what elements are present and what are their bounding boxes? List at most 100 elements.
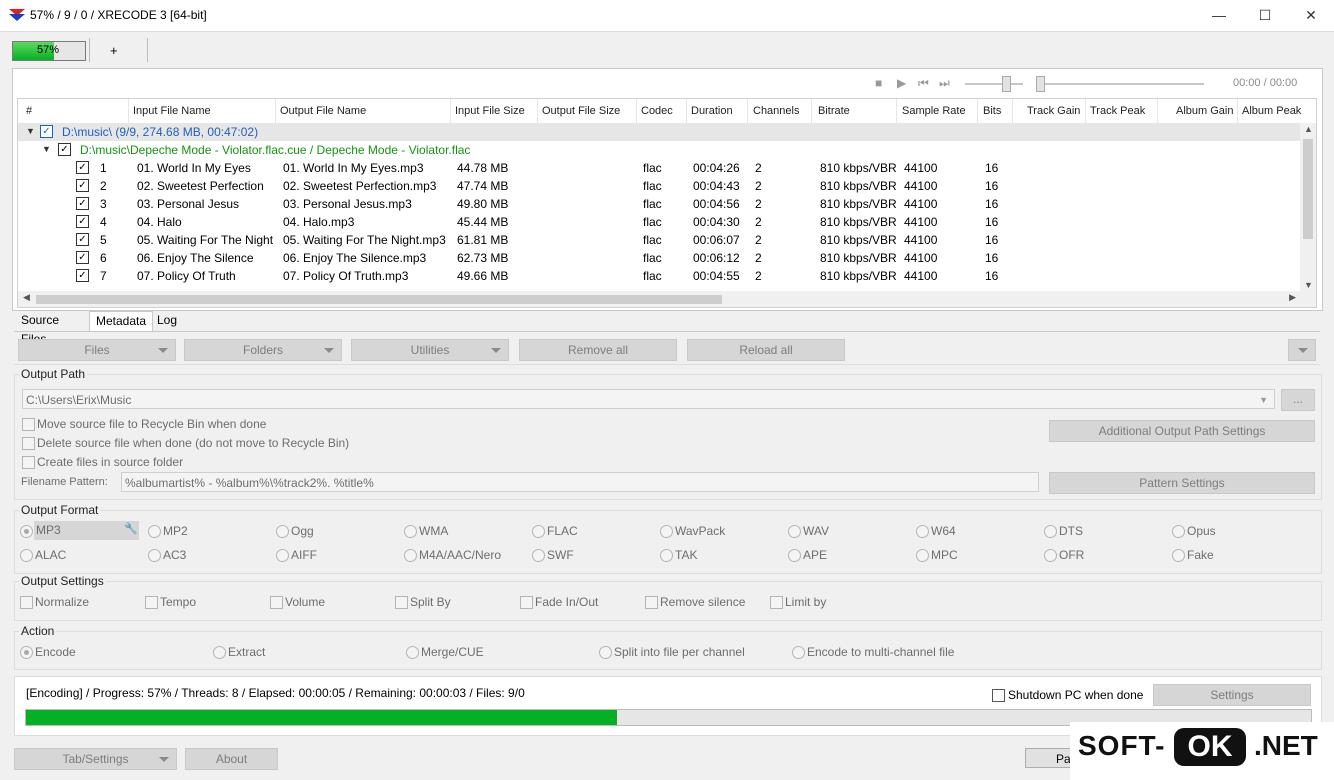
panel-menu-button[interactable] xyxy=(1288,339,1316,361)
cue-row[interactable]: ▼ ✓ D:\music\Depeche Mode - Violator.fla… xyxy=(18,141,1300,159)
format-radio[interactable] xyxy=(148,525,161,538)
scroll-up-icon[interactable]: ▲ xyxy=(1304,124,1313,134)
format-radio[interactable] xyxy=(788,549,801,562)
table-row[interactable]: ✓ 2 02. Sweetest Perfection 02. Sweetest Pe… xyxy=(18,177,1300,195)
action-radio[interactable] xyxy=(599,646,612,659)
table-row[interactable]: ✓ 6 06. Enjoy The Silence 06. Enjoy The Sil… xyxy=(18,249,1300,267)
folders-button[interactable]: Folders xyxy=(184,339,342,361)
scroll-thumb[interactable] xyxy=(36,295,722,304)
minimize-button[interactable]: — xyxy=(1196,0,1242,31)
column-header[interactable]: Duration xyxy=(691,105,733,117)
format-radio[interactable] xyxy=(916,525,929,538)
output-setting-checkbox[interactable] xyxy=(520,596,533,609)
table-row[interactable]: ✓ 1 01. World In My Eyes 01. World In My Ey… xyxy=(18,159,1300,177)
cue-checkbox[interactable]: ✓ xyxy=(58,143,71,156)
scroll-right-icon[interactable]: ▶ xyxy=(1289,292,1296,303)
remove-all-button[interactable]: Remove all xyxy=(519,339,677,361)
format-radio[interactable] xyxy=(1172,549,1185,562)
column-header[interactable]: # xyxy=(26,105,32,117)
files-button[interactable]: Files xyxy=(18,339,176,361)
format-radio[interactable] xyxy=(660,549,673,562)
browse-button[interactable]: ... xyxy=(1281,389,1315,411)
column-header[interactable]: Track Gain xyxy=(1027,105,1080,117)
format-radio[interactable] xyxy=(916,549,929,562)
pattern-settings-button[interactable]: Pattern Settings xyxy=(1049,472,1315,494)
close-button[interactable]: ✕ xyxy=(1288,0,1334,31)
column-header[interactable]: Codec xyxy=(641,105,673,117)
output-setting-checkbox[interactable] xyxy=(270,596,283,609)
move-recycle-checkbox[interactable] xyxy=(22,418,35,431)
format-radio[interactable] xyxy=(660,525,673,538)
row-checkbox[interactable]: ✓ xyxy=(76,215,89,228)
column-header[interactable]: Input File Name xyxy=(133,105,211,117)
output-setting-checkbox[interactable] xyxy=(645,596,658,609)
vertical-scrollbar[interactable]: ▲ ▼ xyxy=(1300,123,1316,291)
output-setting-checkbox[interactable] xyxy=(20,596,33,609)
row-checkbox[interactable]: ✓ xyxy=(76,161,89,174)
column-header[interactable]: Sample Rate xyxy=(902,105,966,117)
filename-pattern-input[interactable]: %albumartist% - %album%\%track2%. %title… xyxy=(121,472,1039,492)
action-radio[interactable] xyxy=(213,646,226,659)
column-header[interactable]: Album Gain xyxy=(1176,105,1233,117)
scroll-thumb[interactable] xyxy=(1303,139,1313,239)
additional-output-path-button[interactable]: Additional Output Path Settings xyxy=(1049,420,1315,442)
format-radio[interactable] xyxy=(404,525,417,538)
column-header[interactable]: Bits xyxy=(983,105,1001,117)
output-setting-checkbox[interactable] xyxy=(145,596,158,609)
scroll-down-icon[interactable]: ▼ xyxy=(1304,280,1313,290)
seek-slider[interactable] xyxy=(1036,83,1204,85)
folder-row[interactable]: ▼ ✓ D:\music\ (9/9, 274.68 MB, 00:47:02) xyxy=(18,123,1300,141)
previous-icon[interactable]: ⏮ xyxy=(918,76,929,91)
table-row[interactable]: ✓ 7 07. Policy Of Truth 07. Policy Of Truth… xyxy=(18,267,1300,285)
column-header[interactable]: Bitrate xyxy=(818,105,850,117)
action-radio[interactable] xyxy=(406,646,419,659)
format-radio[interactable] xyxy=(532,525,545,538)
format-radio[interactable] xyxy=(1044,525,1057,538)
action-radio[interactable] xyxy=(792,646,805,659)
wrench-icon[interactable]: 🔧 xyxy=(124,522,138,535)
tab-metadata[interactable]: Metadata xyxy=(89,311,154,331)
output-path-select[interactable]: C:\Users\Erix\Music ▼ xyxy=(22,389,1275,409)
table-row[interactable]: ✓ 5 05. Waiting For The Night 05. Waiting F… xyxy=(18,231,1300,249)
delete-source-checkbox[interactable] xyxy=(22,437,35,450)
seek-slider-thumb[interactable] xyxy=(1036,76,1045,92)
table-row[interactable]: ✓ 4 04. Halo 04. Halo.mp3 45.44 MB flac 00:04:… xyxy=(18,213,1300,231)
row-checkbox[interactable]: ✓ xyxy=(76,233,89,246)
scroll-left-icon[interactable]: ◀ xyxy=(23,292,30,303)
format-radio[interactable] xyxy=(20,549,33,562)
utilities-button[interactable]: Utilities xyxy=(351,339,509,361)
collapse-icon[interactable]: ▼ xyxy=(42,144,51,154)
tab-source-files[interactable]: Source Files xyxy=(15,311,65,346)
column-header[interactable]: Track Peak xyxy=(1090,105,1145,117)
horizontal-scrollbar[interactable]: ◀ ▶ xyxy=(18,291,1316,307)
action-radio[interactable] xyxy=(20,646,33,659)
volume-slider-thumb[interactable] xyxy=(1002,76,1011,92)
collapse-icon[interactable]: ▼ xyxy=(26,126,35,136)
file-table[interactable]: # Input File Name Output File Name Input… xyxy=(17,98,1317,308)
stop-icon[interactable]: ■ xyxy=(875,76,882,90)
table-row[interactable]: ✓ 3 03. Personal Jesus 03. Personal Jesus.m… xyxy=(18,195,1300,213)
column-header[interactable]: Album Peak xyxy=(1242,105,1301,117)
add-task-button[interactable]: + xyxy=(110,43,118,58)
tab-log[interactable]: Log xyxy=(151,311,183,330)
output-setting-checkbox[interactable] xyxy=(395,596,408,609)
about-button[interactable]: About xyxy=(185,748,278,770)
format-radio[interactable] xyxy=(1044,549,1057,562)
row-checkbox[interactable]: ✓ xyxy=(76,251,89,264)
format-radio[interactable] xyxy=(404,549,417,562)
column-header[interactable]: Output File Size xyxy=(542,105,620,117)
tab-settings-button[interactable]: Tab/Settings xyxy=(14,748,177,770)
row-checkbox[interactable]: ✓ xyxy=(76,197,89,210)
shutdown-checkbox[interactable] xyxy=(992,689,1005,702)
format-radio[interactable] xyxy=(532,549,545,562)
folder-checkbox[interactable]: ✓ xyxy=(40,125,53,138)
status-settings-button[interactable]: Settings xyxy=(1153,684,1311,706)
format-radio[interactable] xyxy=(276,549,289,562)
reload-all-button[interactable]: Reload all xyxy=(687,339,845,361)
output-setting-checkbox[interactable] xyxy=(770,596,783,609)
format-radio[interactable] xyxy=(20,525,33,538)
format-radio[interactable] xyxy=(276,525,289,538)
row-checkbox[interactable]: ✓ xyxy=(76,269,89,282)
column-header[interactable]: Channels xyxy=(753,105,799,117)
format-radio[interactable] xyxy=(1172,525,1185,538)
